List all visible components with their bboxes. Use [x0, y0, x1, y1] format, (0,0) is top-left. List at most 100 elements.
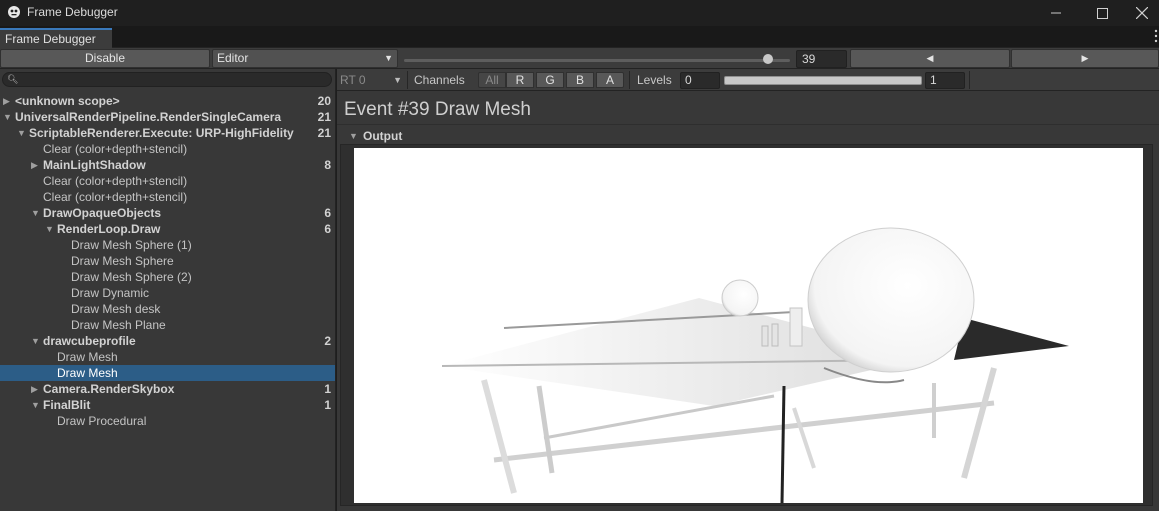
divider — [969, 71, 970, 89]
close-icon — [1135, 7, 1148, 19]
foldout-collapsed-icon[interactable]: ▶ — [31, 157, 41, 173]
tab-frame-debugger[interactable]: Frame Debugger — [0, 28, 112, 48]
tree-row[interactable]: Draw Mesh Sphere — [0, 253, 335, 269]
event-tree-panel: 🔍︎ ▶ <unknown scope> 20 ▼ UniversalRenderPip… — [0, 69, 336, 511]
tree-search-input[interactable]: 🔍︎ — [2, 72, 332, 87]
event-details-panel: RT 0 ▼ Channels All R G B A Levels 0 1 E… — [337, 69, 1159, 511]
dropdown-arrow-icon: ▼ — [393, 75, 402, 85]
tree-row[interactable]: ▼ FinalBlit 1 — [0, 397, 335, 413]
previous-event-button[interactable]: ◀ — [850, 49, 1010, 68]
event-title: Event #39 Draw Mesh — [344, 99, 531, 120]
tree-row[interactable]: Draw Mesh Sphere (1) — [0, 237, 335, 253]
channel-r-button[interactable]: R — [506, 72, 534, 88]
disable-button[interactable]: Disable — [0, 49, 210, 68]
tree-row[interactable]: ▶ Camera.RenderSkybox 1 — [0, 381, 335, 397]
tree-row[interactable]: ▼ RenderLoop.Draw 6 — [0, 221, 335, 237]
tree-row-selected[interactable]: Draw Mesh — [0, 365, 335, 381]
minimize-button[interactable] — [1033, 0, 1079, 26]
tree-row-label: Clear (color+depth+stencil) — [43, 142, 188, 156]
tree-row-label: drawcubeprofile — [43, 334, 136, 348]
tree-row-label: Draw Procedural — [57, 414, 147, 428]
tree-row[interactable]: ▼ UniversalRenderPipeline.RenderSingleCam… — [0, 109, 335, 125]
tree-row-count: 2 — [320, 333, 331, 349]
arrow-left-icon: ◀ — [926, 53, 934, 63]
minimize-icon — [1051, 12, 1061, 14]
tree-row-count: 1 — [320, 397, 331, 413]
channel-all-button[interactable]: All — [478, 72, 506, 88]
tree-row[interactable]: Clear (color+depth+stencil) — [0, 141, 335, 157]
tree-row-label: Camera.RenderSkybox — [43, 382, 175, 396]
tree-row[interactable]: Clear (color+depth+stencil) — [0, 189, 335, 205]
levels-label: Levels — [637, 73, 672, 87]
tree-row[interactable]: Draw Mesh desk — [0, 301, 335, 317]
channel-a-button[interactable]: A — [596, 72, 624, 88]
tree-row-label: DrawOpaqueObjects — [43, 206, 162, 220]
tree-row-label: FinalBlit — [43, 398, 91, 412]
tree-row-label: MainLightShadow — [43, 158, 146, 172]
tree-row[interactable]: ▼ ScriptableRenderer.Execute: URP-HighFid… — [0, 125, 335, 141]
tree-row[interactable]: Draw Mesh — [0, 349, 335, 365]
level-min-field[interactable]: 0 — [680, 72, 720, 89]
render-target-label: RT 0 — [340, 73, 366, 87]
tree-row-label: Clear (color+depth+stencil) — [43, 174, 188, 188]
levels-range-slider[interactable] — [724, 76, 922, 85]
arrow-right-icon: ▶ — [1081, 53, 1089, 63]
divider — [337, 124, 1159, 125]
maximize-icon — [1096, 7, 1108, 19]
tree-row[interactable]: ▶ <unknown scope> 20 — [0, 93, 335, 109]
tree-row[interactable]: Draw Mesh Plane — [0, 317, 335, 333]
target-dropdown[interactable]: Editor ▼ — [212, 49, 398, 68]
tree-row-label: Draw Mesh Sphere (1) — [71, 238, 192, 252]
tree-row[interactable]: ▼ drawcubeprofile 2 — [0, 333, 335, 349]
tree-row[interactable]: Clear (color+depth+stencil) — [0, 173, 335, 189]
foldout-arrow-icon[interactable]: ▼ — [349, 131, 358, 141]
tree-row[interactable]: ▶ MainLightShadow 8 — [0, 157, 335, 173]
foldout-collapsed-icon[interactable]: ▶ — [31, 381, 41, 397]
tree-row-label: ScriptableRenderer.Execute: URP-HighFide… — [29, 126, 294, 140]
window-titlebar: Frame Debugger — [0, 0, 1159, 26]
tree-row-label: Draw Mesh Sphere — [71, 254, 174, 268]
event-index-field[interactable]: 39 — [796, 50, 847, 68]
tree-row-label: UniversalRenderPipeline.RenderSingleCame… — [15, 110, 282, 124]
tree-row[interactable]: ▼ DrawOpaqueObjects 6 — [0, 205, 335, 221]
foldout-expanded-icon[interactable]: ▼ — [31, 205, 41, 221]
event-slider-track[interactable] — [404, 58, 790, 62]
maximize-button[interactable] — [1079, 0, 1125, 26]
channel-b-button[interactable]: B — [566, 72, 594, 88]
tree-row-count: 21 — [313, 125, 331, 141]
window-title: Frame Debugger — [27, 5, 118, 19]
foldout-expanded-icon[interactable]: ▼ — [31, 333, 41, 349]
render-target-dropdown[interactable]: RT 0 ▼ — [339, 71, 405, 89]
level-max-field[interactable]: 1 — [925, 72, 965, 89]
next-event-button[interactable]: ▶ — [1011, 49, 1159, 68]
tree-row-count: 20 — [313, 93, 331, 109]
channel-g-button[interactable]: G — [536, 72, 564, 88]
tree-row-label: Draw Dynamic — [71, 286, 150, 300]
foldout-expanded-icon[interactable]: ▼ — [31, 397, 41, 413]
foldout-expanded-icon[interactable]: ▼ — [17, 125, 27, 141]
tree-row-label: Draw Mesh Sphere (2) — [71, 270, 192, 284]
foldout-expanded-icon[interactable]: ▼ — [3, 109, 13, 125]
tree-row-count: 6 — [320, 221, 331, 237]
tree-row-label: Draw Mesh Plane — [71, 318, 166, 332]
unity-logo-icon — [8, 6, 20, 18]
scene-render-image — [441, 227, 1069, 503]
tree-row-count: 21 — [313, 109, 331, 125]
foldout-collapsed-icon[interactable]: ▶ — [3, 93, 13, 109]
tree-row-label: Clear (color+depth+stencil) — [43, 190, 188, 204]
close-button[interactable] — [1124, 0, 1159, 26]
render-target-toolbar: RT 0 ▼ Channels All R G B A Levels 0 1 — [337, 69, 1159, 91]
tree-row[interactable]: Draw Procedural — [0, 413, 335, 429]
dropdown-arrow-icon: ▼ — [384, 53, 393, 63]
channels-label: Channels — [414, 73, 465, 87]
event-slider-thumb[interactable] — [763, 54, 773, 64]
tree-row[interactable]: Draw Dynamic — [0, 285, 335, 301]
foldout-expanded-icon[interactable]: ▼ — [45, 221, 55, 237]
tab-bar: Frame Debugger — [0, 26, 1159, 48]
tree-row-count: 6 — [320, 205, 331, 221]
kebab-menu-icon[interactable] — [1154, 29, 1158, 43]
output-foldout-label[interactable]: Output — [363, 129, 402, 143]
divider — [407, 71, 408, 89]
tree-row-label: Draw Mesh desk — [71, 302, 161, 316]
tree-row[interactable]: Draw Mesh Sphere (2) — [0, 269, 335, 285]
